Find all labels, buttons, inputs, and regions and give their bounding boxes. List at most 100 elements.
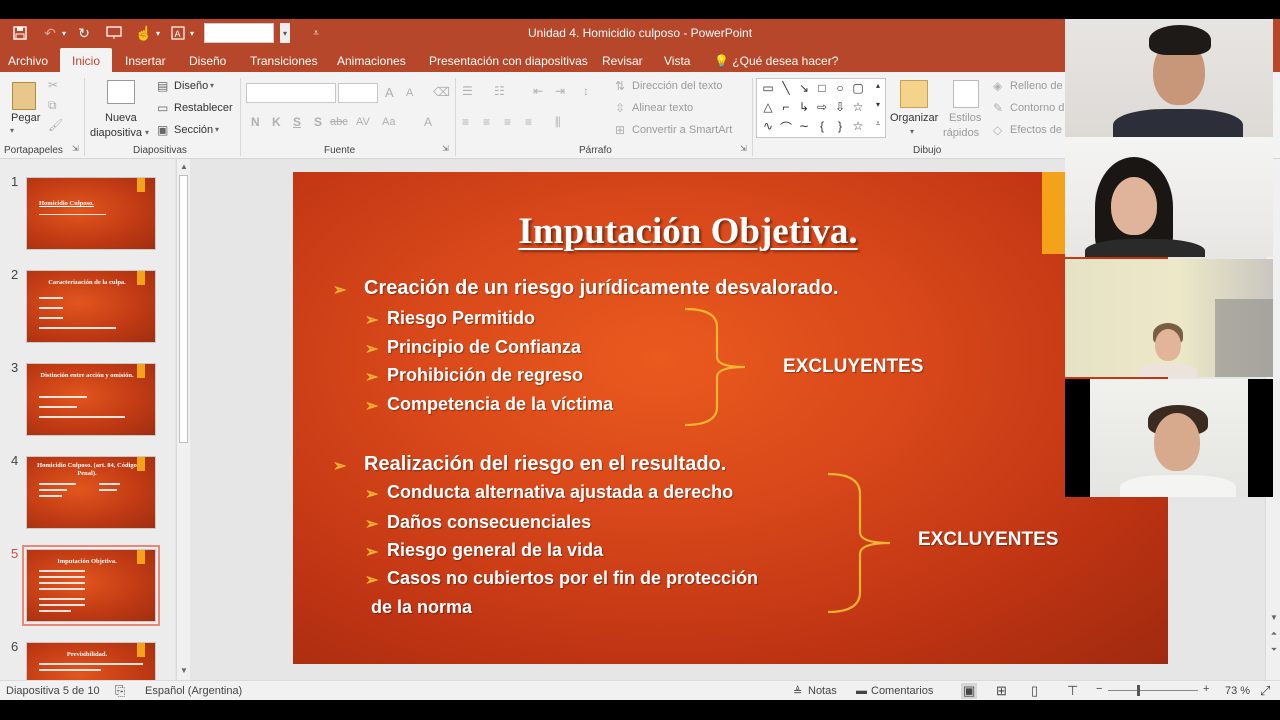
- tab-insertar[interactable]: Insertar: [117, 48, 174, 72]
- smartart-icon[interactable]: ⊞: [615, 123, 625, 137]
- arrange-dropdown-icon[interactable]: ▾: [910, 127, 914, 136]
- tab-inicio[interactable]: Inicio: [60, 48, 112, 72]
- language-indicator[interactable]: Español (Argentina): [145, 685, 242, 697]
- excluyentes-label-2[interactable]: EXCLUYENTES: [918, 529, 1058, 551]
- layout-icon[interactable]: ▤: [157, 79, 168, 93]
- group2-item[interactable]: Riesgo general de la vida: [387, 540, 603, 561]
- shape-outline-button[interactable]: Contorno d: [1010, 102, 1064, 114]
- fit-to-window-icon[interactable]: ⤢: [1260, 683, 1270, 699]
- elbow-connector-shape-icon[interactable]: ⌐: [777, 100, 795, 114]
- tab-diseno[interactable]: Diseño: [181, 48, 234, 72]
- tab-transiciones[interactable]: Transiciones: [242, 48, 326, 72]
- char-spacing-button[interactable]: AV: [356, 116, 370, 128]
- group2-heading[interactable]: Realización del riesgo en el resultado.: [364, 453, 726, 476]
- thumbnail-slide-2[interactable]: Caracterización de la culpa.: [26, 270, 156, 343]
- section-dropdown-icon[interactable]: ▾: [215, 125, 219, 134]
- rounded-rect-shape-icon[interactable]: ▢: [849, 81, 867, 95]
- reading-view-icon[interactable]: ▯: [1031, 683, 1038, 699]
- font-name-input[interactable]: [246, 83, 336, 103]
- align-right-icon[interactable]: ≡: [504, 115, 511, 129]
- zoom-out-icon[interactable]: −: [1096, 683, 1102, 695]
- video-participant-1[interactable]: [1065, 19, 1273, 137]
- section-icon[interactable]: ▣: [157, 123, 168, 137]
- video-participant-4[interactable]: [1065, 379, 1273, 497]
- reset-icon[interactable]: ▭: [157, 101, 168, 115]
- arrow-line-shape-icon[interactable]: ↘: [795, 81, 813, 95]
- layout-button[interactable]: Diseño: [174, 80, 208, 92]
- arc-shape-icon[interactable]: ⌒: [777, 119, 795, 136]
- bold-button[interactable]: N: [251, 115, 260, 129]
- comments-icon[interactable]: ▬: [856, 685, 867, 697]
- copy-icon[interactable]: ⧉: [48, 98, 57, 113]
- align-text-icon[interactable]: ⇳: [615, 101, 625, 115]
- group1-item[interactable]: Principio de Confianza: [387, 337, 581, 358]
- notes-icon[interactable]: ≜: [793, 685, 802, 698]
- align-left-icon[interactable]: ≡: [462, 115, 469, 129]
- text-direction-icon[interactable]: ⇅: [615, 79, 625, 93]
- group2-item-continuation[interactable]: de la norma: [371, 597, 472, 618]
- down-arrow-shape-icon[interactable]: ⇩: [831, 100, 849, 114]
- zoom-slider-handle[interactable]: [1137, 685, 1140, 696]
- group1-heading[interactable]: Creación de un riesgo jurídicamente desv…: [364, 277, 839, 300]
- font-launcher-icon[interactable]: ⇲: [442, 144, 449, 153]
- quick-styles-label-1[interactable]: Estilos: [949, 112, 981, 124]
- paste-icon[interactable]: [12, 82, 36, 110]
- group2-item[interactable]: Daños consecuenciales: [387, 512, 591, 533]
- rectangle-shape-icon[interactable]: □: [813, 81, 831, 95]
- zoom-in-icon[interactable]: +: [1203, 683, 1209, 695]
- slide-sorter-icon[interactable]: ⊞: [996, 683, 1007, 699]
- new-slide-label-2[interactable]: diapositiva: [90, 127, 142, 139]
- gallery-up-icon[interactable]: ▴: [869, 81, 887, 90]
- clear-format-icon[interactable]: ⌫: [433, 85, 450, 99]
- new-slide-label-1[interactable]: Nueva: [105, 112, 137, 124]
- new-slide-icon[interactable]: [107, 80, 135, 104]
- underline-button[interactable]: S: [293, 115, 301, 129]
- format-painter-icon[interactable]: 🖌: [48, 118, 63, 132]
- normal-view-icon[interactable]: ▣: [961, 683, 978, 699]
- paste-button[interactable]: Pegar: [11, 112, 40, 124]
- spell-check-icon[interactable]: ⎘: [115, 683, 125, 699]
- thumbnail-slide-4[interactable]: Homicidio Culposo. (art. 84, Código Pena…: [26, 456, 156, 529]
- freeform-shape-icon[interactable]: ∼: [795, 119, 813, 133]
- grow-font-icon[interactable]: A: [385, 85, 394, 100]
- decrease-indent-icon[interactable]: ⇤: [533, 84, 543, 98]
- new-slide-dropdown-icon[interactable]: ▾: [145, 128, 149, 137]
- gallery-more-icon[interactable]: ⩡: [869, 119, 887, 129]
- group2-item[interactable]: Conducta alternativa ajustada a derecho: [387, 482, 733, 503]
- cut-icon[interactable]: ✂: [48, 78, 58, 92]
- group1-item[interactable]: Riesgo Permitido: [387, 308, 535, 329]
- right-arrow-shape-icon[interactable]: ⇨: [813, 100, 831, 114]
- scrollbar-thumb[interactable]: [179, 175, 188, 443]
- star-five-shape-icon[interactable]: ☆: [849, 119, 867, 133]
- group1-item[interactable]: Prohibición de regreso: [387, 365, 583, 386]
- right-brace-shape-icon[interactable]: }: [831, 119, 849, 133]
- arrange-button[interactable]: Organizar: [890, 112, 938, 124]
- group1-item[interactable]: Competencia de la víctima: [387, 394, 613, 415]
- shape-fill-button[interactable]: Relleno de: [1010, 80, 1063, 92]
- font-color-button[interactable]: A: [424, 115, 432, 129]
- curve-shape-icon[interactable]: ∿: [759, 119, 777, 133]
- gallery-down-icon[interactable]: ▾: [869, 100, 887, 109]
- justify-icon[interactable]: ≡: [525, 115, 532, 129]
- shape-effects-icon[interactable]: ◇: [993, 123, 1002, 137]
- current-slide[interactable]: Imputación Objetiva. ➢ Creación de un ri…: [293, 172, 1168, 664]
- oval-shape-icon[interactable]: ○: [831, 81, 849, 95]
- align-text-button[interactable]: Alinear texto: [632, 102, 693, 114]
- shrink-font-icon[interactable]: A: [406, 87, 413, 99]
- tab-vista[interactable]: Vista: [656, 48, 698, 72]
- layout-dropdown-icon[interactable]: ▾: [210, 81, 214, 90]
- change-case-button[interactable]: Aa: [382, 116, 395, 128]
- elbow-arrow-shape-icon[interactable]: ↳: [795, 100, 813, 114]
- next-slide-icon[interactable]: ⏷: [1267, 645, 1280, 655]
- zoom-level[interactable]: 73 %: [1225, 685, 1250, 697]
- shape-outline-icon[interactable]: ✎: [993, 101, 1003, 115]
- group2-item[interactable]: Casos no cubiertos por el fin de protecc…: [387, 568, 758, 589]
- align-center-icon[interactable]: ≡: [483, 115, 490, 129]
- notes-button[interactable]: Notas: [808, 685, 837, 697]
- convert-smartart-button[interactable]: Convertir a SmartArt: [632, 124, 732, 136]
- strikethrough-button[interactable]: abc: [330, 116, 348, 128]
- bullets-icon[interactable]: ☰: [462, 84, 473, 98]
- paragraph-launcher-icon[interactable]: ⇲: [740, 144, 747, 153]
- comments-button[interactable]: Comentarios: [871, 685, 933, 697]
- tab-presentacion[interactable]: Presentación con diapositivas: [421, 48, 596, 72]
